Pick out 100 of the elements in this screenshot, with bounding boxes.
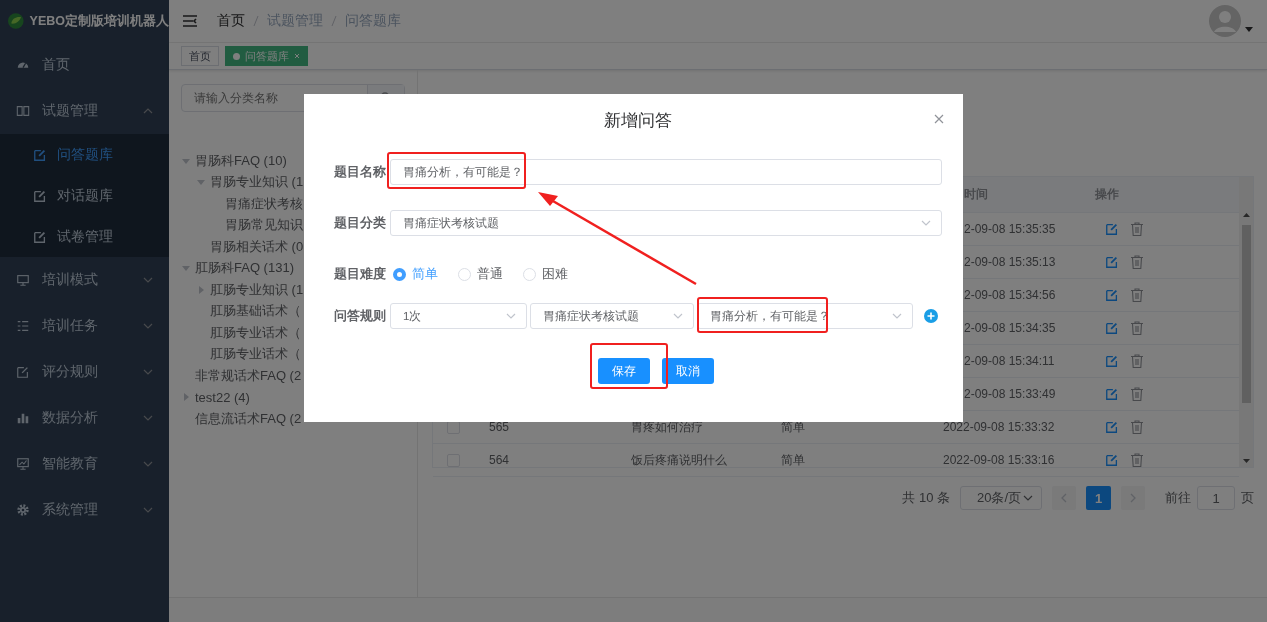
- radio-option[interactable]: 普通: [458, 265, 503, 283]
- page-tab[interactable]: 问答题库: [225, 46, 308, 66]
- next-page-button[interactable]: [1121, 486, 1145, 510]
- tree-item[interactable]: 肛肠基础话术（: [210, 302, 301, 321]
- chevron-icon: [143, 415, 153, 421]
- edit-icon: [1105, 387, 1119, 401]
- caret-icon[interactable]: [1245, 26, 1253, 32]
- chevron-icon: [1023, 495, 1033, 501]
- tree-item[interactable]: 胃肠常见知识: [225, 216, 303, 235]
- table-cell-text: 2-09-08 15:34:56: [963, 288, 1057, 302]
- status-dot: [233, 52, 240, 60]
- breadcrumb-item[interactable]: 首页: [217, 12, 245, 30]
- trash-icon[interactable]: [1131, 387, 1143, 401]
- trash-icon[interactable]: [1131, 288, 1143, 302]
- dialog-button[interactable]: 保存: [598, 358, 650, 384]
- tree-item[interactable]: 胃肠科FAQ (10): [195, 151, 287, 170]
- edit-icon: [1105, 321, 1119, 335]
- title-input[interactable]: 胃痛分析，有可能是？: [390, 159, 942, 185]
- radio-option[interactable]: 简单: [393, 265, 438, 283]
- chevron-icon: [143, 108, 153, 114]
- category-search-field[interactable]: 请输入分类名称: [182, 91, 367, 105]
- slash-icon: [253, 15, 259, 27]
- edit-icon: [33, 147, 47, 162]
- chevron-icon: [143, 323, 153, 329]
- tree-item[interactable]: 肛肠科FAQ (131): [195, 259, 294, 278]
- tree-item[interactable]: test22 (4): [195, 389, 250, 405]
- app-title: YEBO定制版培训机器人: [29, 12, 169, 30]
- goto-page-field[interactable]: 1: [1197, 486, 1235, 510]
- tree-item[interactable]: 胃肠专业知识 (1: [210, 173, 304, 192]
- table-cell-text: 2-09-08 15:35:35: [963, 222, 1057, 236]
- tree-item[interactable]: 胃痛症状考核: [225, 194, 303, 213]
- menu-item[interactable]: 培训模式: [0, 257, 169, 303]
- chevron-right-icon: [1130, 493, 1136, 503]
- tree-item[interactable]: 信息流话术FAQ (2: [195, 409, 302, 428]
- goto-label: 前往: [1165, 489, 1191, 507]
- submenu-item[interactable]: 对话题库: [0, 175, 169, 216]
- chevron-icon: [143, 369, 153, 375]
- table-cell-text: 2-09-08 15:33:49: [963, 387, 1057, 401]
- tree-item[interactable]: 肛肠专业话术（: [210, 345, 301, 364]
- table-cell-text: 饭后疼痛说明什么: [630, 451, 728, 469]
- menu-item[interactable]: 系统管理: [0, 487, 169, 533]
- trash-icon[interactable]: [1131, 354, 1143, 368]
- menu-item[interactable]: 评分规则: [0, 349, 169, 395]
- rule-select[interactable]: 1次: [390, 303, 527, 329]
- chevron-icon: [892, 313, 902, 319]
- prev-page-button[interactable]: [1052, 486, 1076, 510]
- submenu-item[interactable]: 试卷管理: [0, 216, 169, 257]
- chevron-icon: [506, 313, 516, 319]
- book-icon: [16, 104, 30, 118]
- trash-icon[interactable]: [1131, 453, 1143, 467]
- edit-icon: [33, 229, 47, 244]
- table-cell-text: 2-09-08 15:34:11: [963, 354, 1056, 368]
- field-label: 问答规则: [334, 307, 387, 325]
- tree-item[interactable]: 非常规话术FAQ (2: [195, 366, 302, 385]
- chevron-icon: [143, 507, 153, 513]
- radio-option[interactable]: 困难: [523, 265, 568, 283]
- tree-item[interactable]: 肛肠专业话术（: [210, 323, 301, 342]
- monitor-icon: [16, 273, 30, 287]
- gear-icon: [16, 503, 30, 517]
- chevron-left-icon: [1061, 493, 1067, 503]
- page-suffix: 页: [1241, 489, 1254, 507]
- menu-item[interactable]: 首页: [0, 42, 169, 88]
- category-select[interactable]: 胃痛症状考核试题: [390, 210, 942, 236]
- dialog-button[interactable]: 取消: [662, 358, 714, 384]
- scrollbar[interactable]: [1239, 177, 1253, 467]
- page-button[interactable]: 1: [1086, 486, 1111, 510]
- edit-icon: [1105, 453, 1119, 467]
- menu-item[interactable]: 试题管理: [0, 88, 169, 134]
- submenu-item[interactable]: 问答题库: [0, 134, 169, 175]
- scroll-up-icon[interactable]: [1242, 213, 1250, 217]
- scroll-down-icon[interactable]: [1242, 459, 1250, 463]
- menu-item[interactable]: 智能教育: [0, 441, 169, 487]
- page-tab[interactable]: 首页: [181, 46, 219, 66]
- menu-item[interactable]: 培训任务: [0, 303, 169, 349]
- menu-icon[interactable]: [183, 15, 197, 27]
- chevron-icon: [921, 220, 931, 226]
- edit-icon: [1105, 420, 1119, 434]
- chevron-icon: [143, 277, 153, 283]
- rule-select[interactable]: 胃痛症状考核试题: [530, 303, 694, 329]
- table-cell-text: 2022-09-08 15:33:16: [942, 453, 1056, 467]
- edit-icon: [16, 365, 30, 379]
- close-icon[interactable]: [934, 114, 944, 124]
- table-cell-text: 2-09-08 15:34:35: [963, 321, 1057, 335]
- field-label: 题目难度: [334, 265, 387, 283]
- trash-icon[interactable]: [1131, 420, 1143, 434]
- menu-item[interactable]: 数据分析: [0, 395, 169, 441]
- trash-icon[interactable]: [1131, 255, 1143, 269]
- table-cell-text: 胃疼如何治疗: [630, 418, 704, 436]
- page-size-select[interactable]: 20条/页: [960, 486, 1042, 510]
- trash-icon[interactable]: [1131, 222, 1143, 236]
- edit-icon: [1105, 222, 1119, 236]
- trash-icon[interactable]: [1131, 321, 1143, 335]
- edit-icon: [33, 188, 47, 203]
- tree-item[interactable]: 胃肠相关话术 (0: [210, 237, 304, 256]
- add-icon[interactable]: [924, 309, 938, 323]
- chart-monitor-icon: [16, 457, 30, 471]
- chevron-icon: [673, 313, 683, 319]
- edit-icon: [1105, 354, 1119, 368]
- slash-icon: [331, 15, 337, 27]
- tree-item[interactable]: 肛肠专业知识 (1: [210, 280, 304, 299]
